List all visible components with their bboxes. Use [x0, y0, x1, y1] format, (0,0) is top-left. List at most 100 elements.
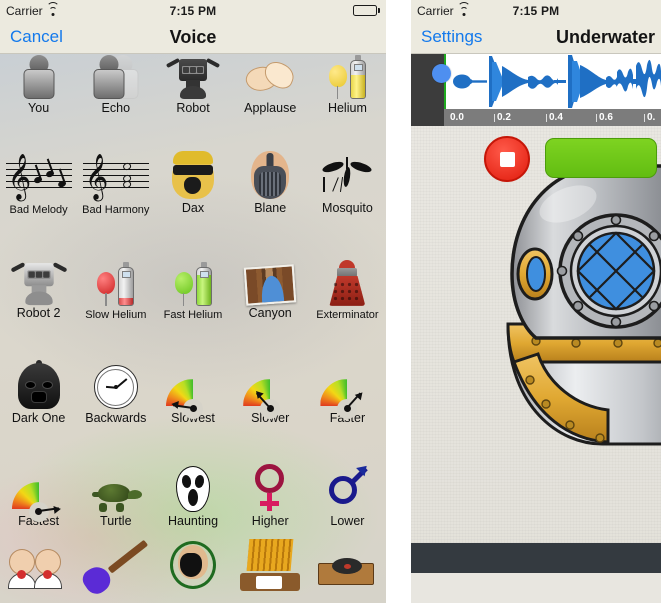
- ruler-tick: 0.: [644, 109, 655, 126]
- stop-square-icon: [499, 151, 515, 167]
- voice-cell-slowest[interactable]: Slowest: [154, 325, 231, 430]
- voice-cell-partial-1[interactable]: [0, 533, 77, 603]
- voice-cell-turtle[interactable]: Turtle: [77, 430, 154, 533]
- bottom-toolbar: [411, 543, 661, 573]
- cell-label: Robot 2: [16, 306, 61, 321]
- play-share-button[interactable]: [545, 138, 657, 178]
- voice-cell-exterminator[interactable]: Exterminator: [309, 220, 386, 325]
- turtle-icon: [77, 450, 154, 513]
- voice-cell-partial-2[interactable]: [77, 533, 154, 603]
- voice-cell-higher[interactable]: Higher: [232, 430, 309, 533]
- helium-balloon-tank-icon: [309, 54, 386, 100]
- ruler-lead-in: [411, 109, 444, 126]
- voice-cell-applause[interactable]: Applause: [232, 54, 309, 120]
- record-button[interactable]: [484, 136, 530, 182]
- pipe-organ-icon: [232, 539, 309, 599]
- person-echo-icon: [77, 54, 154, 100]
- left-status-bar: Carrier 7:15 PM: [0, 0, 386, 21]
- voice-cell-dark-one[interactable]: Dark One: [0, 325, 77, 430]
- mars-symbol-icon: [309, 450, 386, 512]
- voice-cell-echo[interactable]: Echo: [77, 54, 154, 120]
- voice-cell-you[interactable]: You: [0, 54, 77, 120]
- cell-label: Haunting: [167, 514, 219, 529]
- cell-label: Fast Helium: [163, 308, 223, 321]
- robot2-icon: [0, 242, 77, 306]
- cell-label: Bad Melody: [9, 203, 68, 216]
- cell-label: Exterminator: [316, 308, 379, 321]
- cancel-button[interactable]: Cancel: [10, 27, 63, 47]
- gramophone-icon: [309, 539, 386, 599]
- status-clock: 7:15 PM: [169, 3, 217, 18]
- voice-cell-mosquito[interactable]: Mosquito: [309, 120, 386, 220]
- ruler-tick: 0.0: [450, 112, 464, 123]
- panel-divider: [386, 0, 411, 603]
- grid-row-partial: [0, 533, 386, 603]
- reverse-clock-icon: [77, 347, 154, 410]
- status-clock: 7:15 PM: [512, 3, 560, 18]
- voice-cell-backwards[interactable]: Backwards: [77, 325, 154, 430]
- speed-gauge-faster-icon: [309, 347, 386, 420]
- cell-label: Dax: [181, 201, 205, 216]
- voice-cell-fast-helium[interactable]: Fast Helium: [154, 220, 231, 325]
- cell-label: Lower: [330, 514, 365, 529]
- red-balloon-tank-icon: [77, 244, 154, 306]
- mosquito-icon: [309, 137, 386, 199]
- effect-stage: [411, 126, 661, 573]
- right-phone-screen: Carrier 7:15 PM Settings Underwater 0.0 …: [411, 0, 661, 603]
- waveform-panel[interactable]: 0.0 0.2 0.4 0.6 0.: [411, 54, 661, 126]
- voice-cell-blane[interactable]: Blane: [232, 120, 309, 220]
- cell-label: Helium: [327, 101, 367, 116]
- speed-gauge-slower-icon: [232, 347, 309, 420]
- voice-effect-grid[interactable]: You Echo Robot Applause Helium 𝄞 Bad Mel…: [0, 54, 386, 603]
- ruler-tick: 0.6: [596, 109, 613, 126]
- voice-cell-bad-melody[interactable]: 𝄞 Bad Melody: [0, 120, 77, 220]
- cell-label: Mosquito: [322, 201, 373, 216]
- clapping-hands-icon: [232, 54, 309, 99]
- cell-label: Echo: [101, 101, 131, 116]
- voice-cell-partial-3[interactable]: [154, 533, 231, 603]
- cell-label: Turtle: [100, 514, 132, 529]
- person-silhouette-icon: [0, 54, 77, 100]
- cell-label: Applause: [244, 101, 297, 116]
- cell-label: You: [28, 101, 50, 116]
- voice-cell-faster[interactable]: Faster: [309, 325, 386, 430]
- voice-cell-haunting[interactable]: Haunting: [154, 430, 231, 533]
- diving-helmet-icon: [506, 164, 661, 446]
- voice-cell-slow-helium[interactable]: Slow Helium: [77, 220, 154, 325]
- screenshot-stage: Carrier 7:15 PM Cancel Voice You Echo Ro…: [0, 0, 661, 603]
- robot-icon: [154, 54, 231, 100]
- dalek-icon: [309, 244, 386, 306]
- music-staff-harmony-icon: 𝄞: [77, 139, 154, 201]
- electric-guitar-icon: [77, 539, 154, 599]
- voice-cell-helium[interactable]: Helium: [309, 54, 386, 120]
- cell-label: Robot: [176, 101, 210, 116]
- grid-row: Dark One Backwards Slowest: [0, 325, 386, 430]
- cell-label: Canyon: [248, 306, 292, 321]
- ruler-tick: 0.2: [494, 109, 511, 126]
- time-ruler: 0.0 0.2 0.4 0.6 0.: [411, 109, 661, 126]
- green-balloon-tank-icon: [154, 244, 231, 306]
- voice-cell-lower[interactable]: Lower: [309, 430, 386, 533]
- canyon-photo-icon: [232, 242, 309, 306]
- cell-label: Bad Harmony: [82, 203, 150, 216]
- audio-waveform: [453, 55, 661, 108]
- voice-cell-partial-5[interactable]: [309, 533, 386, 603]
- voice-cell-canyon[interactable]: Canyon: [232, 220, 309, 325]
- cell-label: Backwards: [85, 411, 147, 426]
- voice-cell-bad-harmony[interactable]: 𝄞 Bad Harmony: [77, 120, 154, 220]
- gas-mask-icon: [154, 539, 231, 599]
- cell-label: Dark One: [11, 411, 66, 426]
- voice-cell-fastest[interactable]: Fastest: [0, 430, 77, 533]
- right-nav-bar: Settings Underwater: [411, 21, 661, 54]
- voice-cell-robot[interactable]: Robot: [154, 54, 231, 120]
- settings-button[interactable]: Settings: [421, 27, 482, 47]
- speed-gauge-slowest-icon: [154, 347, 231, 420]
- voice-cell-dax[interactable]: Dax: [154, 120, 231, 220]
- playhead-handle-icon[interactable]: [432, 64, 451, 83]
- speed-gauge-fastest-icon: [0, 450, 77, 523]
- voice-cell-partial-4[interactable]: [232, 533, 309, 603]
- cell-label: Blane: [254, 201, 287, 216]
- voice-cell-slower[interactable]: Slower: [232, 325, 309, 430]
- voice-cell-robot-2[interactable]: Robot 2: [0, 220, 77, 325]
- grid-row: You Echo Robot Applause Helium: [0, 54, 386, 120]
